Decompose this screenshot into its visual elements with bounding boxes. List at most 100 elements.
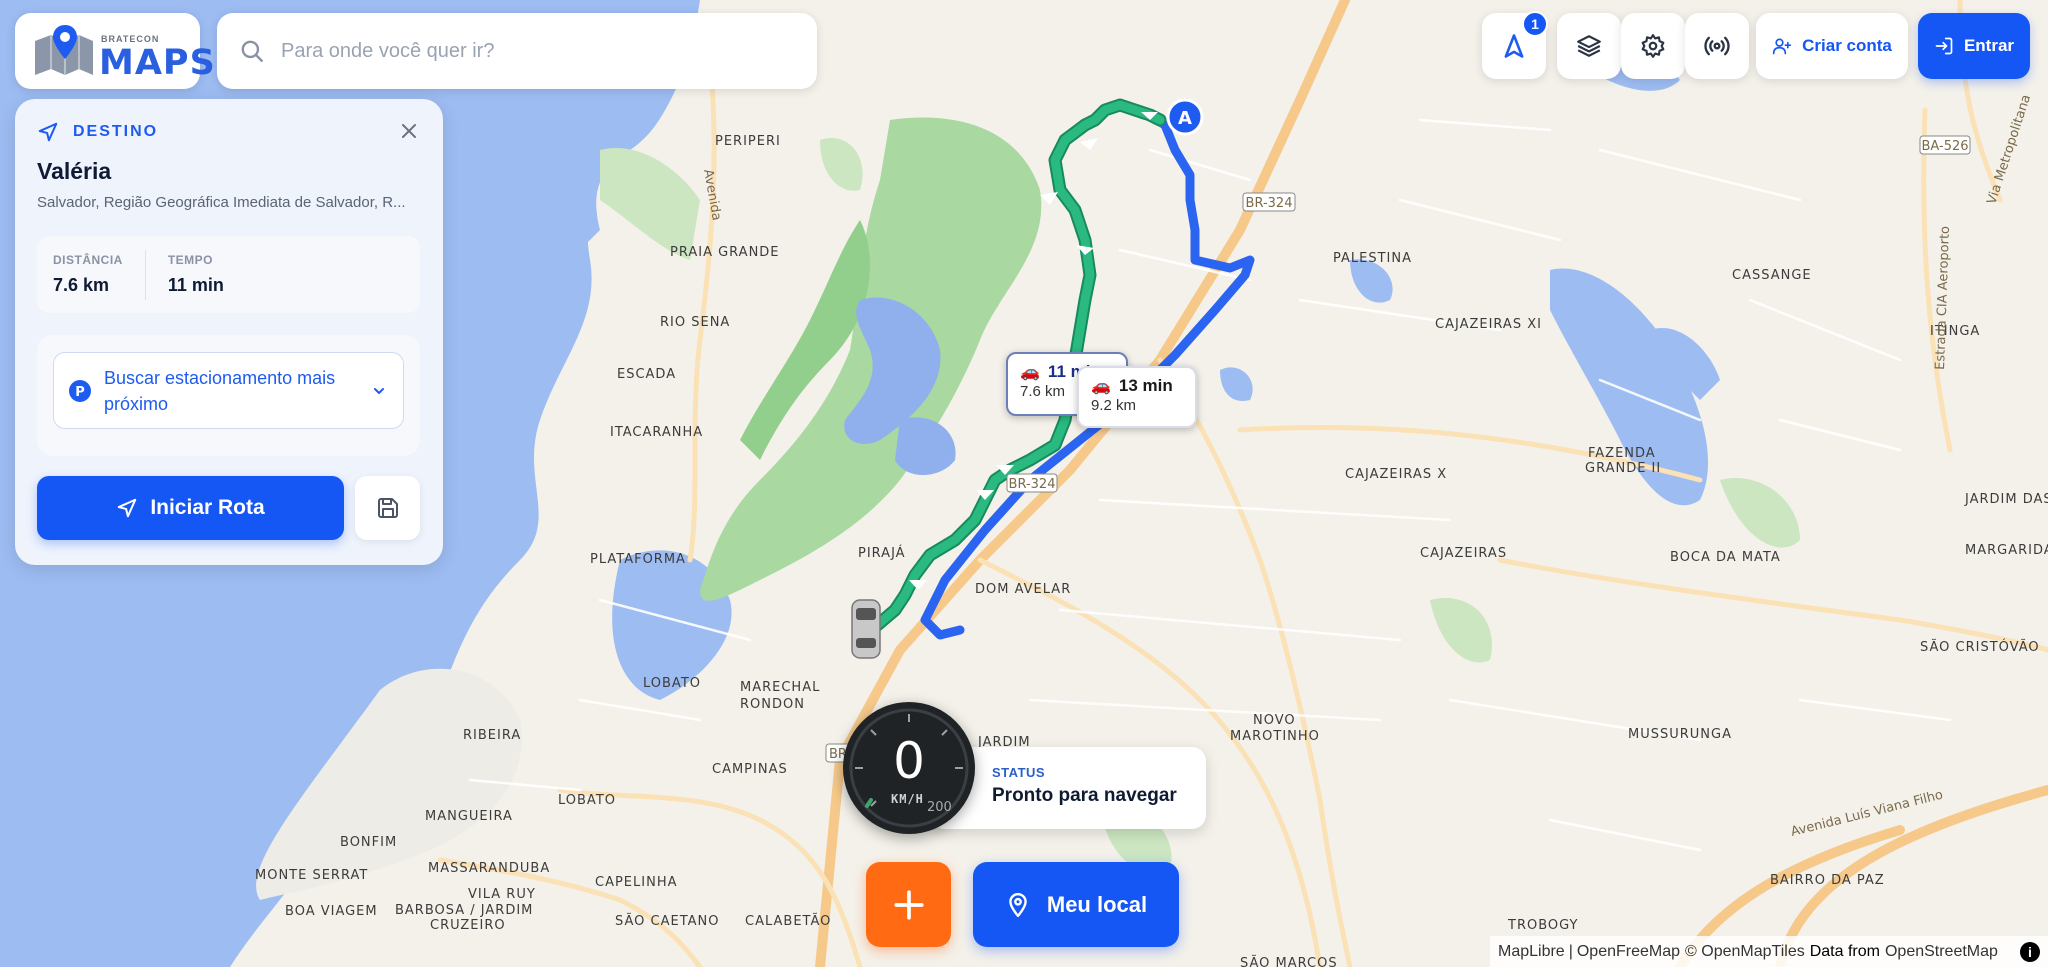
time-stat: TEMPO 11 min	[168, 253, 224, 296]
svg-text:BONFIM: BONFIM	[340, 835, 397, 850]
svg-text:PIRAJÁ: PIRAJÁ	[858, 545, 906, 561]
openfreemap-link[interactable]: OpenFreeMap	[1577, 943, 1680, 961]
svg-text:CAJAZEIRAS: CAJAZEIRAS	[1420, 546, 1507, 561]
svg-text:RIO SENA: RIO SENA	[660, 315, 730, 330]
chevron-down-icon	[374, 388, 384, 394]
speed-max: 200	[927, 800, 952, 815]
svg-text:PLATAFORMA: PLATAFORMA	[590, 552, 686, 567]
svg-text:SÃO CRISTÓVÃO: SÃO CRISTÓVÃO	[1920, 639, 2040, 655]
svg-text:MANGUEIRA: MANGUEIRA	[425, 809, 513, 824]
openstreetmap-link[interactable]: OpenStreetMap	[1885, 943, 1998, 961]
destination-header: DESTINO	[37, 121, 158, 143]
find-parking-label: Buscar estacionamento mais próximo	[104, 367, 336, 414]
svg-text:BR-324: BR-324	[1009, 477, 1056, 492]
svg-text:MASSARANDUBA: MASSARANDUBA	[428, 861, 550, 876]
svg-text:SÃO MARCOS: SÃO MARCOS	[1240, 955, 1338, 967]
maplibre-link[interactable]: MapLibre	[1498, 943, 1565, 961]
svg-text:MARECHAL: MARECHAL	[740, 680, 820, 695]
add-button[interactable]	[866, 862, 951, 947]
svg-text:DOM AVELAR: DOM AVELAR	[975, 582, 1071, 597]
svg-text:ITACARANHA: ITACARANHA	[610, 425, 703, 440]
stats-divider	[144, 249, 146, 300]
navigation-mode-button[interactable]: 1	[1482, 11, 1548, 79]
settings-button[interactable]	[1621, 13, 1685, 79]
destination-panel: DESTINO Valéria Salvador, Região Geográf…	[15, 99, 443, 565]
my-location-button[interactable]: Meu local	[973, 862, 1179, 947]
destination-address: Salvador, Região Geográfica Imediata de …	[37, 194, 406, 211]
distance-stat: DISTÂNCIA 7.6 km	[37, 253, 123, 296]
route-option-alternative[interactable]: 🚗 13 min 9.2 km	[1077, 366, 1197, 428]
speedometer: 0 KM/H 200	[843, 702, 975, 834]
gear-icon	[1641, 34, 1665, 58]
plus-icon	[893, 889, 924, 920]
route-distance: 9.2 km	[1091, 397, 1137, 414]
svg-text:PERIPERI: PERIPERI	[715, 134, 781, 149]
save-route-button[interactable]	[355, 476, 420, 540]
svg-text:TROBOGY: TROBOGY	[1507, 918, 1579, 933]
svg-text:LOBATO: LOBATO	[643, 676, 701, 691]
save-icon	[377, 498, 398, 518]
svg-text:MARGARIDAS: MARGARIDAS	[1965, 543, 2048, 558]
user-plus-icon	[1772, 38, 1792, 55]
svg-text:MAROTINHO: MAROTINHO	[1230, 729, 1320, 744]
svg-text:MONTE SERRAT: MONTE SERRAT	[255, 868, 368, 883]
svg-text:LOBATO: LOBATO	[558, 793, 616, 808]
svg-text:RONDON: RONDON	[740, 697, 805, 712]
login-label: Entrar	[1963, 36, 2015, 55]
svg-text:JARDIM DAS: JARDIM DAS	[1964, 492, 2048, 507]
map-attribution: MapLibre | OpenFreeMap © OpenMapTiles Da…	[1490, 936, 2048, 967]
search-input[interactable]	[281, 39, 781, 63]
svg-text:GRANDE II: GRANDE II	[1585, 461, 1661, 476]
svg-text:VILA RUY: VILA RUY	[468, 887, 536, 902]
app-logo[interactable]: BRATECON MAPS	[15, 13, 215, 89]
distance-value: 7.6 km	[53, 275, 110, 295]
attribution-separator: |	[1568, 942, 1573, 960]
route-time: 13 min	[1118, 376, 1173, 395]
svg-text:RIBEIRA: RIBEIRA	[463, 728, 521, 743]
login-button[interactable]: Entrar	[1918, 13, 2030, 79]
svg-text:CASSANGE: CASSANGE	[1732, 268, 1812, 283]
svg-text:CAMPINAS: CAMPINAS	[712, 762, 788, 777]
location-pin-icon	[1009, 892, 1027, 917]
time-value: 11 min	[167, 275, 224, 295]
destination-header-label: DESTINO	[73, 123, 159, 140]
svg-text:BA-526: BA-526	[1921, 139, 1968, 154]
svg-text:ESCADA: ESCADA	[617, 367, 676, 382]
info-icon[interactable]: i	[2020, 942, 2040, 962]
distance-label: DISTÂNCIA	[53, 253, 123, 267]
navigation-arrow-icon	[38, 122, 58, 142]
speed-value: 0	[893, 732, 925, 790]
svg-text:PALESTINA: PALESTINA	[1333, 251, 1412, 266]
create-account-label: Criar conta	[1802, 36, 1892, 55]
svg-text:BAIRRO DA PAZ: BAIRRO DA PAZ	[1770, 873, 1885, 888]
status-label: STATUS	[992, 765, 1046, 780]
broadcast-button[interactable]	[1685, 13, 1749, 79]
parking-icon: P	[69, 379, 91, 402]
svg-text:BR-324: BR-324	[1246, 196, 1293, 211]
layers-button[interactable]	[1557, 13, 1621, 79]
time-label: TEMPO	[167, 253, 214, 267]
close-icon	[402, 124, 416, 138]
svg-text:CAPELINHA: CAPELINHA	[595, 875, 678, 890]
map-logo-icon	[35, 25, 93, 75]
start-route-button[interactable]: Iniciar Rota	[37, 476, 344, 540]
create-account-button[interactable]: Criar conta	[1756, 13, 1908, 79]
find-parking-button[interactable]: P Buscar estacionamento mais próximo	[53, 352, 404, 429]
status-text: Pronto para navegar	[992, 785, 1177, 806]
speed-unit: KM/H	[891, 792, 924, 806]
openmaptiles-link[interactable]: © OpenMapTiles	[1685, 943, 1805, 961]
svg-text:NOVO: NOVO	[1253, 713, 1296, 728]
svg-text:A: A	[1178, 108, 1192, 129]
svg-text:CAJAZEIRAS XI: CAJAZEIRAS XI	[1435, 317, 1542, 332]
svg-text:BARBOSA / JARDIM: BARBOSA / JARDIM	[395, 903, 533, 918]
svg-text:BOA VIAGEM: BOA VIAGEM	[285, 904, 378, 919]
layers-icon	[1577, 35, 1601, 57]
my-location-label: Meu local	[1046, 891, 1148, 917]
search-bar[interactable]	[217, 13, 817, 89]
navigation-icon	[1504, 34, 1524, 58]
notification-badge: 1	[1522, 11, 1548, 37]
close-destination-button[interactable]	[397, 119, 421, 143]
svg-text:FAZENDA: FAZENDA	[1588, 446, 1656, 461]
svg-text:P: P	[75, 385, 85, 400]
navigation-arrow-icon	[118, 498, 137, 518]
